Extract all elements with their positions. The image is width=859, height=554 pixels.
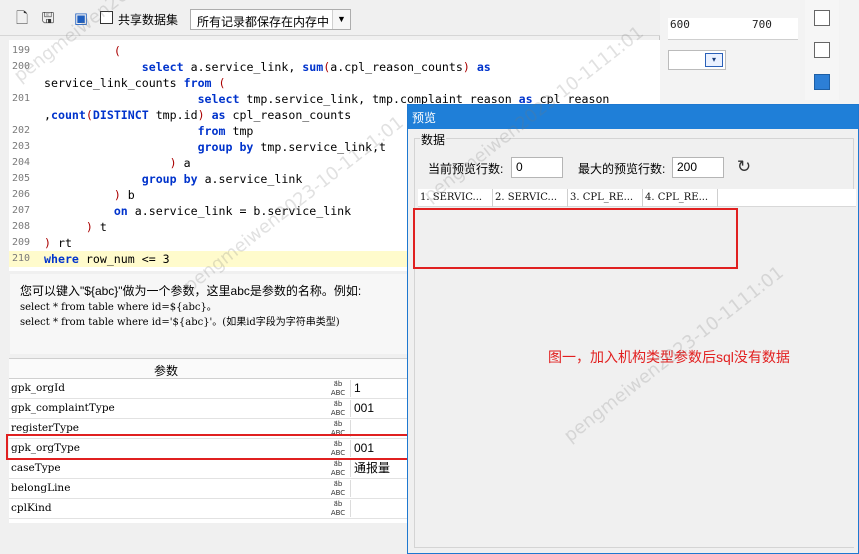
parameters-header-label: 参数 xyxy=(154,364,179,378)
preview-title: 预览 xyxy=(412,111,437,125)
code-line[interactable]: 199 ( xyxy=(9,43,660,59)
type-label: ABC xyxy=(330,409,346,417)
param-value-field[interactable]: 1 xyxy=(350,380,410,397)
refresh-icon[interactable]: ↻ xyxy=(734,156,754,178)
table-tool-icon[interactable] xyxy=(814,10,830,26)
param-name: gpk_orgId xyxy=(11,382,65,394)
result-grid-header: 1. SERVIC... 2. SERVIC... 3. CPL_RE... 4… xyxy=(418,189,856,207)
code-text: group by a.service_link xyxy=(141,172,303,186)
param-name: registerType xyxy=(11,422,80,434)
highlight-box-empty-result xyxy=(413,208,738,269)
line-number: 210 xyxy=(12,253,31,264)
toolbar: 🗋 🖫 ▣ 共享数据集 所有记录都保存在内存中 ▼ xyxy=(0,0,660,36)
preview-icon[interactable]: ▣ xyxy=(73,10,89,28)
background-dropdown[interactable]: ▾ xyxy=(668,50,726,70)
save-icon[interactable]: 🖫 xyxy=(40,10,56,28)
share-dataset-checkbox[interactable] xyxy=(100,11,113,24)
preview-dialog: 预览 数据 当前预览行数: 0 最大的预览行数: 200 ↻ 1. SERVIC… xyxy=(407,104,859,554)
type-label: ABC xyxy=(330,509,346,517)
string-type-icon[interactable]: a⃗b ABC xyxy=(327,379,349,399)
param-value-field[interactable] xyxy=(350,500,410,517)
new-document-icon[interactable]: 🗋 xyxy=(14,10,30,28)
code-text: on a.service_link = b.service_link xyxy=(113,204,352,218)
hint-line-3: select * from table where id='${abc}'。(如… xyxy=(20,317,340,328)
line-number: 201 xyxy=(12,93,31,104)
type-label: ABC xyxy=(330,389,346,397)
string-type-icon[interactable]: a⃗b ABC xyxy=(327,399,349,419)
param-value-field[interactable]: 通报量 xyxy=(350,460,410,477)
type-label: ABC xyxy=(330,469,346,477)
code-text: from tmp xyxy=(197,124,254,138)
param-value-field[interactable] xyxy=(350,480,410,497)
line-number: 209 xyxy=(12,237,31,248)
background-ruler: 600 700 xyxy=(668,18,798,40)
result-column-1[interactable]: 1. SERVIC... xyxy=(418,189,493,207)
max-rows-field[interactable]: 200 xyxy=(672,157,724,178)
memory-mode-select[interactable]: 所有记录都保存在内存中 ▼ xyxy=(190,9,351,30)
code-text: ) t xyxy=(85,220,107,234)
param-name: caseType xyxy=(11,462,61,474)
ruler-tick-600: 600 xyxy=(670,18,690,31)
string-type-icon[interactable]: a⃗b ABC xyxy=(327,459,349,479)
current-rows-label: 当前预览行数: xyxy=(428,162,504,176)
line-number: 205 xyxy=(12,173,31,184)
result-column-3[interactable]: 3. CPL_RE... xyxy=(568,189,643,207)
line-number: 204 xyxy=(12,157,31,168)
result-column-4[interactable]: 4. CPL_RE... xyxy=(643,189,718,207)
code-line[interactable]: service_link_counts from ( xyxy=(9,75,660,91)
type-label: ABC xyxy=(330,489,346,497)
string-type-icon[interactable]: a⃗b ABC xyxy=(327,499,349,519)
param-name: belongLine xyxy=(11,482,71,494)
line-number: 206 xyxy=(12,189,31,200)
preview-title-bar[interactable]: 预览 xyxy=(408,105,858,129)
memory-mode-value: 所有记录都保存在内存中 xyxy=(197,15,330,29)
line-number: 199 xyxy=(12,45,31,56)
data-group-label: 数据 xyxy=(420,131,447,148)
code-text: ) b xyxy=(113,188,135,202)
code-text: service_link_counts from ( xyxy=(44,76,226,90)
chevron-down-icon[interactable]: ▼ xyxy=(332,10,350,29)
line-number: 208 xyxy=(12,221,31,232)
dropdown-tool-icon[interactable] xyxy=(814,74,830,90)
line-number: 203 xyxy=(12,141,31,152)
frame-tool-icon[interactable] xyxy=(814,42,830,58)
highlight-box-org-type xyxy=(6,434,409,460)
dropdown-toggle-icon[interactable]: ▾ xyxy=(705,53,723,67)
annotation-text: 图一，加入机构类型参数后sql没有数据 xyxy=(548,349,790,365)
background-toolbox xyxy=(805,0,839,100)
code-text: ) a xyxy=(169,156,191,170)
code-text: ( xyxy=(113,44,121,58)
hint-line-2: select * from table where id=${abc}。 xyxy=(20,302,217,313)
param-value-field[interactable]: 001 xyxy=(350,400,410,417)
share-dataset-label: 共享数据集 xyxy=(118,13,179,27)
code-text: group by tmp.service_link,t xyxy=(197,140,387,154)
code-text: where row_num <= 3 xyxy=(44,252,170,266)
param-name: gpk_complaintType xyxy=(11,402,115,414)
string-type-icon[interactable]: a⃗b ABC xyxy=(327,479,349,499)
code-text: ) rt xyxy=(44,236,72,250)
current-rows-field[interactable]: 0 xyxy=(511,157,563,178)
code-text: ,count(DISTINCT tmp.id) as cpl_reason_co… xyxy=(44,108,352,122)
line-number: 202 xyxy=(12,125,31,136)
line-number: 207 xyxy=(12,205,31,216)
hint-line-1: 您可以键入"${abc}"做为一个参数，这里abc是参数的名称。例如: xyxy=(20,284,362,298)
code-text: select a.service_link, sum(a.cpl_reason_… xyxy=(141,60,491,74)
result-column-2[interactable]: 2. SERVIC... xyxy=(493,189,568,207)
max-rows-label: 最大的预览行数: xyxy=(578,162,666,176)
code-line[interactable]: 200 select a.service_link, sum(a.cpl_rea… xyxy=(9,59,660,75)
line-number: 200 xyxy=(12,61,31,72)
param-name: cplKind xyxy=(11,502,52,514)
ruler-tick-700: 700 xyxy=(752,18,772,31)
